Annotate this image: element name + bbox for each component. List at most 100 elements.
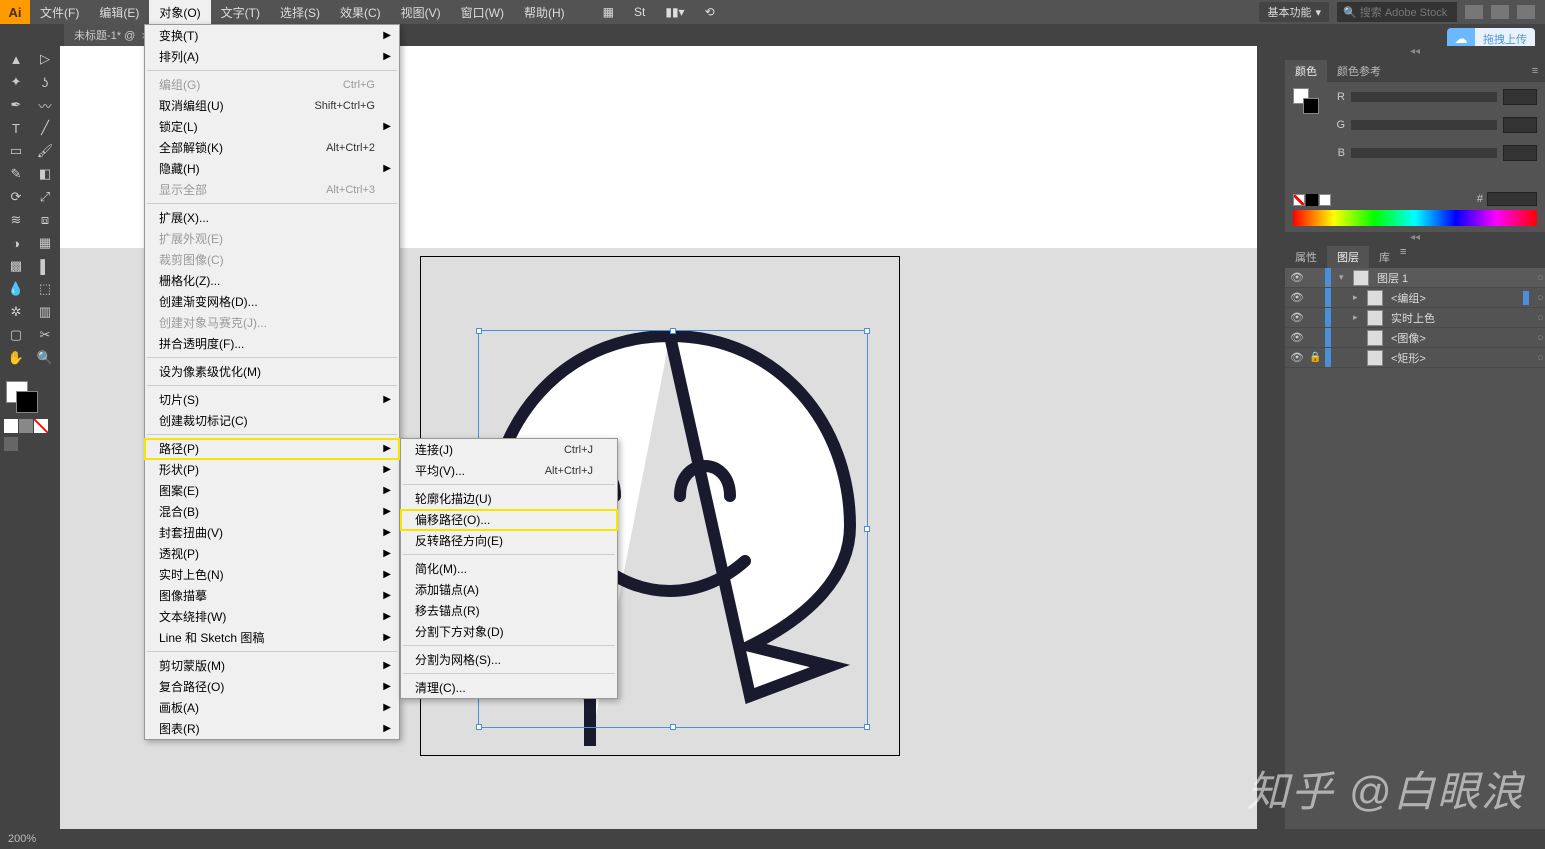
hand-tool[interactable]: ✋	[2, 347, 30, 369]
menu-effect[interactable]: 效果(C)	[330, 0, 391, 24]
pen-tool[interactable]: ✒	[2, 94, 30, 116]
object-menu-item-0[interactable]: 变换(T)▶	[145, 25, 399, 46]
tab-color-guide[interactable]: 颜色参考	[1327, 60, 1391, 82]
object-menu-item-1[interactable]: 排列(A)▶	[145, 46, 399, 67]
panel-menu-icon-2[interactable]: ≡	[1400, 246, 1406, 268]
object-menu-item-25[interactable]: 图案(E)▶	[145, 480, 399, 501]
shaper-tool[interactable]: ✎	[2, 163, 30, 185]
artboard-tool[interactable]: ▢	[2, 324, 30, 346]
eyedropper-tool[interactable]: 💧	[2, 278, 30, 300]
free-transform-tool[interactable]: ⧈	[31, 209, 59, 231]
menu-select[interactable]: 选择(S)	[270, 0, 330, 24]
path-submenu-item-10[interactable]: 分割下方对象(D)	[401, 621, 617, 642]
gradient-tool[interactable]: ▌	[31, 255, 59, 277]
object-menu-item-29[interactable]: 实时上色(N)▶	[145, 564, 399, 585]
path-submenu-item-5[interactable]: 反转路径方向(E)	[401, 530, 617, 551]
line-tool[interactable]: ╱	[31, 117, 59, 139]
tab-color[interactable]: 颜色	[1285, 60, 1327, 82]
spectrum-bar[interactable]	[1293, 210, 1537, 226]
perspective-tool[interactable]: ▦	[31, 232, 59, 254]
object-menu-item-28[interactable]: 透视(P)▶	[145, 543, 399, 564]
symbol-sprayer-tool[interactable]: ✲	[2, 301, 30, 323]
rotate-tool[interactable]: ⟳	[2, 186, 30, 208]
slice-tool[interactable]: ✂	[31, 324, 59, 346]
layer-row-2[interactable]: 👁▸实时上色○	[1285, 308, 1545, 328]
blend-tool[interactable]: ⬚	[31, 278, 59, 300]
type-tool[interactable]: T	[2, 117, 30, 139]
graph-tool[interactable]: ▥	[31, 301, 59, 323]
window-close-icon[interactable]	[1517, 5, 1535, 19]
stroke-swatch[interactable]	[16, 391, 38, 413]
object-menu-item-16[interactable]: 拼合透明度(F)...	[145, 333, 399, 354]
visibility-icon[interactable]: 👁	[1289, 271, 1305, 284]
stock-icon[interactable]: St	[624, 0, 655, 24]
rectangle-tool[interactable]: ▭	[2, 140, 30, 162]
mesh-tool[interactable]: ▩	[2, 255, 30, 277]
brush-tool[interactable]: 🖌	[31, 140, 59, 162]
layer-row-1[interactable]: 👁▸<编组>○	[1285, 288, 1545, 308]
object-menu-item-13[interactable]: 栅格化(Z)...	[145, 270, 399, 291]
object-menu-item-23[interactable]: 路径(P)▶	[145, 438, 399, 459]
direct-selection-tool[interactable]: ▷	[31, 48, 59, 70]
shape-builder-tool[interactable]: ◑	[2, 232, 30, 254]
path-submenu-item-8[interactable]: 添加锚点(A)	[401, 579, 617, 600]
object-menu-item-21[interactable]: 创建裁切标记(C)	[145, 410, 399, 431]
object-menu-item-5[interactable]: 锁定(L)▶	[145, 116, 399, 137]
zoom-level[interactable]: 200%	[8, 833, 36, 845]
object-menu-item-32[interactable]: Line 和 Sketch 图稿▶	[145, 627, 399, 648]
menu-object[interactable]: 对象(O)	[149, 0, 210, 24]
collapsed-panel-strip[interactable]	[1257, 46, 1285, 829]
gpu-icon[interactable]: ⟲	[695, 0, 725, 24]
object-menu-item-35[interactable]: 复合路径(O)▶	[145, 676, 399, 697]
menu-window[interactable]: 窗口(W)	[451, 0, 514, 24]
window-restore-icon[interactable]	[1491, 5, 1509, 19]
panel-fill-stroke[interactable]	[1293, 88, 1321, 128]
object-menu-item-36[interactable]: 画板(A)▶	[145, 697, 399, 718]
none-bw-swatches[interactable]	[1293, 194, 1331, 206]
object-menu-item-26[interactable]: 混合(B)▶	[145, 501, 399, 522]
object-menu-item-10[interactable]: 扩展(X)...	[145, 207, 399, 228]
lasso-tool[interactable]: ʖ	[31, 71, 59, 93]
path-submenu-item-4[interactable]: 偏移路径(O)...	[401, 509, 617, 530]
bridge-icon[interactable]: ▦	[593, 0, 624, 24]
disclosure-icon[interactable]: ▾	[1339, 272, 1349, 283]
workspace-switcher[interactable]: 基本功能▾	[1259, 2, 1329, 22]
slider-r[interactable]	[1351, 92, 1497, 102]
dock-collapse-icon-2[interactable]: ◂◂	[1285, 232, 1545, 246]
magic-wand-tool[interactable]: ✦	[2, 71, 30, 93]
input-r[interactable]	[1503, 89, 1537, 105]
path-submenu-item-1[interactable]: 平均(V)...Alt+Ctrl+J	[401, 460, 617, 481]
disclosure-icon[interactable]: ▸	[1353, 312, 1363, 323]
path-submenu-item-7[interactable]: 简化(M)...	[401, 558, 617, 579]
object-menu-item-31[interactable]: 文本绕排(W)▶	[145, 606, 399, 627]
path-submenu-item-12[interactable]: 分割为网格(S)...	[401, 649, 617, 670]
layer-row-3[interactable]: 👁<图像>○	[1285, 328, 1545, 348]
object-menu-item-20[interactable]: 切片(S)▶	[145, 389, 399, 410]
hex-input[interactable]	[1487, 192, 1537, 206]
object-menu-item-30[interactable]: 图像描摹▶	[145, 585, 399, 606]
tab-libraries[interactable]: 库	[1369, 246, 1400, 268]
lock-icon[interactable]: 🔒	[1309, 352, 1321, 363]
scale-tool[interactable]: ⤢	[31, 186, 59, 208]
path-submenu-item-9[interactable]: 移去锚点(R)	[401, 600, 617, 621]
object-menu-item-6[interactable]: 全部解锁(K)Alt+Ctrl+2	[145, 137, 399, 158]
path-submenu-item-14[interactable]: 清理(C)...	[401, 677, 617, 698]
arrange-icon[interactable]: ▮▮▾	[655, 0, 694, 24]
color-mode-strip[interactable]	[0, 417, 60, 435]
object-menu-item-4[interactable]: 取消编组(U)Shift+Ctrl+G	[145, 95, 399, 116]
panel-menu-icon[interactable]: ≡	[1525, 60, 1545, 82]
tab-properties[interactable]: 属性	[1285, 246, 1327, 268]
visibility-icon[interactable]: 👁	[1289, 351, 1305, 364]
stock-search[interactable]: 🔍 搜索 Adobe Stock	[1337, 2, 1457, 22]
visibility-icon[interactable]: 👁	[1289, 291, 1305, 304]
layer-row-0[interactable]: 👁▾图层 1○	[1285, 268, 1545, 288]
input-g[interactable]	[1503, 117, 1537, 133]
screen-mode-strip[interactable]	[0, 435, 60, 453]
menu-help[interactable]: 帮助(H)	[514, 0, 575, 24]
disclosure-icon[interactable]: ▸	[1353, 292, 1363, 303]
eraser-tool[interactable]: ◧	[31, 163, 59, 185]
menu-file[interactable]: 文件(F)	[30, 0, 89, 24]
menu-type[interactable]: 文字(T)	[211, 0, 270, 24]
visibility-icon[interactable]: 👁	[1289, 331, 1305, 344]
layer-row-4[interactable]: 👁🔒<矩形>○	[1285, 348, 1545, 368]
